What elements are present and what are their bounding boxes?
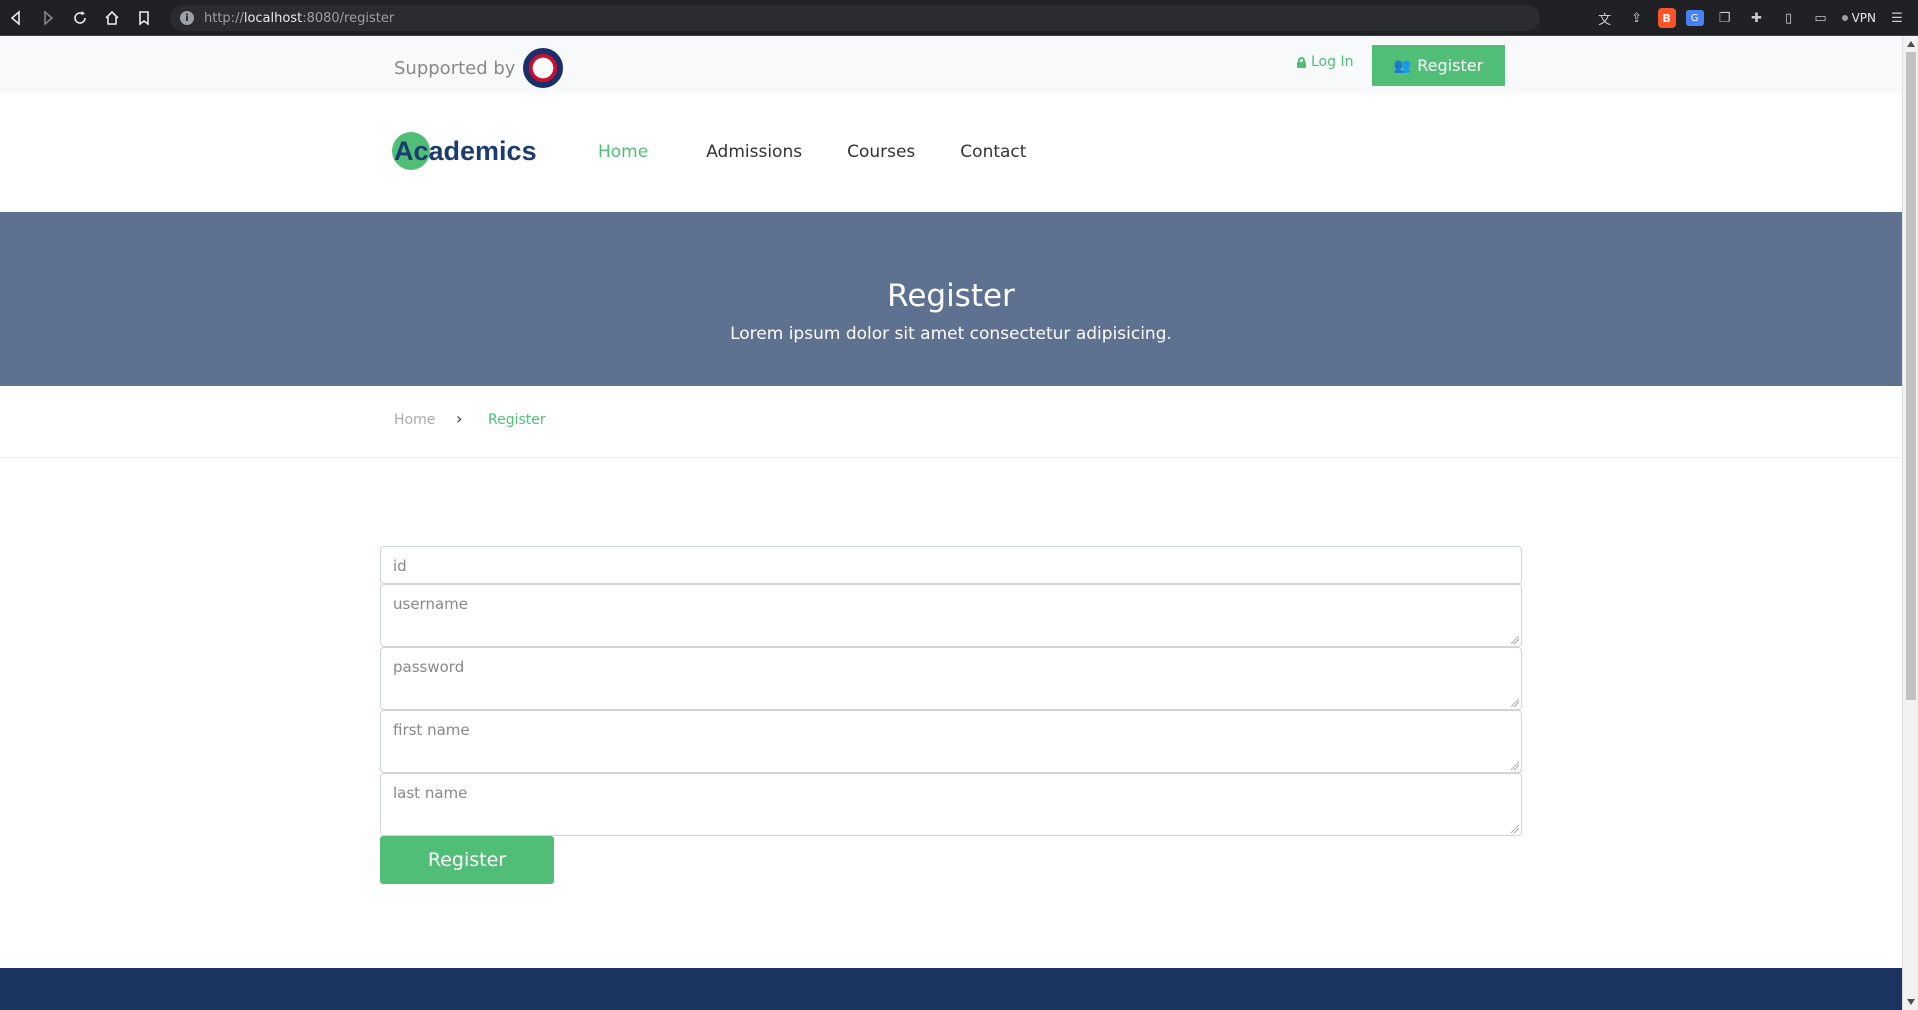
register-top-label: Register (1417, 56, 1484, 75)
vpn-status-dot (1841, 15, 1848, 21)
logo-text: Academics (394, 136, 537, 166)
copy-icon[interactable]: ❐ (1714, 7, 1736, 29)
menu-icon[interactable]: ☰ (1886, 7, 1908, 29)
register-top-button[interactable]: 👥 Register (1372, 45, 1505, 86)
url-host: localhost (243, 10, 303, 26)
scroll-down-icon[interactable] (1907, 999, 1915, 1005)
google-translate-icon[interactable]: G (1685, 10, 1704, 26)
vpn-label: VPN (1851, 11, 1876, 25)
nav-home[interactable]: Home (598, 142, 648, 162)
resize-handle-icon[interactable] (1511, 636, 1519, 644)
scroll-thumb[interactable] (1906, 52, 1916, 700)
register-submit-button[interactable]: Register (380, 836, 554, 884)
hero-banner: Register Lorem ipsum dolor sit amet cons… (0, 212, 1902, 386)
url-prefix: http:// (204, 10, 244, 26)
home-icon[interactable] (96, 0, 128, 36)
page: Supported by Log In 👥 Register Academics… (0, 36, 1902, 1010)
breadcrumb-separator: › (456, 409, 463, 428)
breadcrumb-home[interactable]: Home (394, 412, 435, 428)
page-scrollbar[interactable] (1902, 36, 1918, 1010)
first-name-placeholder: first name (393, 721, 470, 739)
resize-handle-icon[interactable] (1511, 825, 1519, 833)
sidebar-icon[interactable]: ▯ (1778, 7, 1800, 29)
extensions-icon[interactable]: ✚ (1746, 7, 1768, 29)
site-info-icon[interactable]: i (180, 11, 194, 25)
register-form: id username password first name last nam… (380, 546, 1522, 884)
username-placeholder: username (393, 595, 468, 613)
scroll-up-icon[interactable] (1907, 41, 1915, 47)
password-placeholder: password (393, 658, 465, 676)
forward-icon[interactable] (32, 0, 64, 36)
nav-contact[interactable]: Contact (960, 142, 1026, 162)
top-bar: Supported by Log In 👥 Register (0, 36, 1902, 94)
resize-handle-icon[interactable] (1511, 699, 1519, 707)
site-logo[interactable]: Academics (392, 132, 537, 170)
main-nav: Academics Home Admissions Courses Contac… (0, 94, 1902, 212)
page-title: Register (887, 278, 1015, 314)
login-link[interactable]: Log In (1297, 54, 1353, 70)
breadcrumb: Home › Register (0, 386, 1902, 458)
last-name-placeholder: last name (393, 784, 468, 802)
last-name-input[interactable]: last name (380, 773, 1522, 836)
resize-handle-icon[interactable] (1511, 762, 1519, 770)
id-input[interactable]: id (380, 546, 1522, 584)
page-subtitle: Lorem ipsum dolor sit amet consectetur a… (730, 324, 1172, 344)
wallet-icon[interactable]: ▭ (1810, 7, 1832, 29)
reload-icon[interactable] (64, 0, 96, 36)
password-input[interactable]: password (380, 647, 1522, 710)
bookmark-icon[interactable] (128, 0, 160, 36)
share-icon[interactable]: ⇪ (1626, 7, 1648, 29)
translate-page-icon[interactable]: 文 (1594, 7, 1616, 29)
username-input[interactable]: username (380, 584, 1522, 647)
back-icon[interactable] (0, 0, 32, 36)
brave-shield-icon[interactable]: B (1657, 8, 1676, 28)
footer (0, 968, 1902, 1010)
first-name-input[interactable]: first name (380, 710, 1522, 773)
sponsor-seal-logo (523, 48, 564, 88)
users-icon: 👥 (1393, 57, 1412, 74)
browser-toolbar: i http://localhost:8080/register 文 ⇪ B G… (0, 0, 1918, 36)
address-bar[interactable]: i http://localhost:8080/register (170, 5, 1540, 31)
lock-icon (1297, 56, 1306, 68)
breadcrumb-current: Register (488, 412, 546, 428)
vpn-button[interactable]: VPN (1841, 11, 1876, 25)
nav-admissions[interactable]: Admissions (706, 142, 802, 162)
supported-by: Supported by (394, 48, 564, 88)
url-rest: :8080/register (302, 10, 395, 26)
supported-label: Supported by (394, 57, 516, 79)
nav-courses[interactable]: Courses (847, 142, 915, 162)
login-label: Log In (1311, 54, 1354, 70)
